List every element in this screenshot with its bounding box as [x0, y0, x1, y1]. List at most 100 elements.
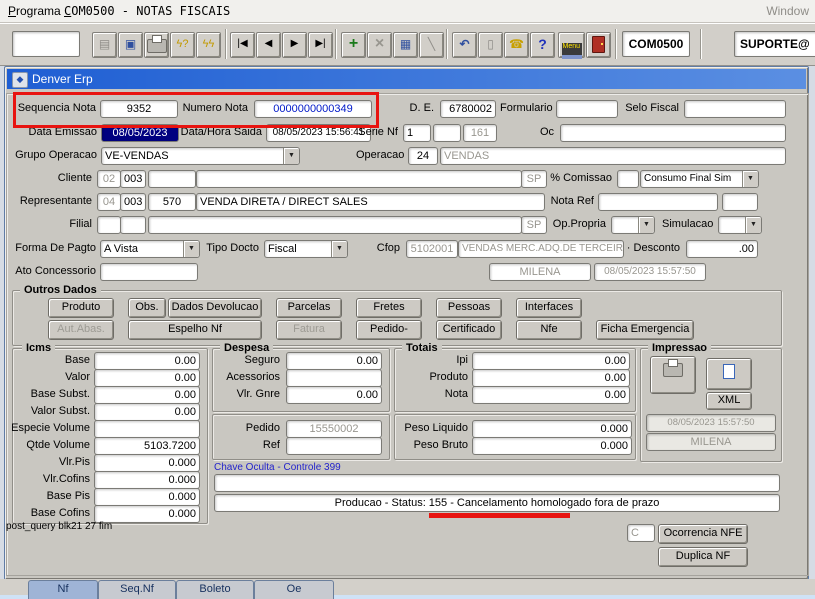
- total-produto-field[interactable]: 0.00: [472, 369, 630, 387]
- nota-ref-field[interactable]: [598, 193, 718, 211]
- print-button[interactable]: [144, 32, 169, 58]
- vlr-gnre-field[interactable]: 0.00: [286, 386, 382, 404]
- next-record-button[interactable]: ▶: [282, 32, 307, 58]
- insert-record-button[interactable]: +: [341, 32, 366, 58]
- delete-record-button[interactable]: ×: [367, 32, 392, 58]
- exit-button[interactable]: [586, 32, 611, 58]
- pessoas-button[interactable]: Pessoas: [436, 298, 502, 318]
- selo-fiscal-field[interactable]: [684, 100, 786, 118]
- ficha-emergencia-button[interactable]: Ficha Emergencia: [596, 320, 694, 340]
- lov-button[interactable]: ╲: [419, 32, 444, 58]
- serie-nf-field-1[interactable]: 1: [403, 124, 431, 142]
- previous-record-button[interactable]: ◀: [256, 32, 281, 58]
- numero-nota-field[interactable]: 0000000000349: [254, 100, 372, 118]
- cliente-codigo-field[interactable]: [148, 170, 196, 188]
- sequencia-nota-field[interactable]: 9352: [100, 100, 178, 118]
- base-pis-field[interactable]: 0.000: [94, 488, 200, 506]
- operacao-code-field[interactable]: 24: [408, 147, 438, 165]
- interfaces-button[interactable]: Interfaces: [516, 298, 582, 318]
- filial-c1-field[interactable]: [97, 216, 121, 234]
- comissao-field[interactable]: [617, 170, 639, 188]
- help-button[interactable]: ?: [530, 32, 555, 58]
- menu-programa[interactable]: Programa: [8, 4, 61, 18]
- representante-codigo-field[interactable]: 570: [148, 193, 196, 211]
- save-button[interactable]: ▤: [92, 32, 117, 58]
- icms-base-subst-field[interactable]: 0.00: [94, 386, 200, 404]
- chevron-down-icon[interactable]: ▼: [742, 171, 758, 187]
- menu-window[interactable]: Window: [766, 4, 809, 18]
- filial-nome-field[interactable]: [148, 216, 522, 234]
- chevron-down-icon[interactable]: ▼: [745, 217, 761, 233]
- de-field[interactable]: 6780002: [440, 100, 496, 118]
- grupo-operacao-select[interactable]: VE-VENDAS ▼: [101, 147, 300, 165]
- cliente-nome-field[interactable]: [196, 170, 522, 188]
- execute-query-button[interactable]: ϟϟ: [196, 32, 221, 58]
- peso-bruto-field[interactable]: 0.000: [472, 437, 632, 455]
- vlr-cofins-field[interactable]: 0.000: [94, 471, 200, 489]
- filial-c2-field[interactable]: [120, 216, 146, 234]
- xml-button[interactable]: XML: [706, 392, 752, 410]
- produto-button[interactable]: Produto: [48, 298, 114, 318]
- last-record-button[interactable]: ▶|: [308, 32, 333, 58]
- nota-ref-extra-field[interactable]: [722, 193, 758, 211]
- cliente-filial-field[interactable]: 003: [120, 170, 146, 188]
- acessorios-field[interactable]: [286, 369, 382, 387]
- ato-concessorio-field[interactable]: [100, 263, 198, 281]
- tipo-docto-select[interactable]: Fiscal ▼: [264, 240, 348, 258]
- fretes-button[interactable]: Fretes: [356, 298, 422, 318]
- nfe-button[interactable]: Nfe: [516, 320, 582, 340]
- especie-volume-field[interactable]: [94, 420, 200, 438]
- vlr-pis-field[interactable]: 0.000: [94, 454, 200, 472]
- certificado-button[interactable]: Certificado: [436, 320, 502, 340]
- op-propria-select[interactable]: ▼: [611, 216, 655, 234]
- formulario-field[interactable]: [556, 100, 618, 118]
- ocorrencia-nfe-button[interactable]: Ocorrencia NFE: [658, 524, 748, 544]
- seguro-field[interactable]: 0.00: [286, 352, 382, 370]
- ref-field[interactable]: [286, 437, 382, 455]
- chevron-down-icon[interactable]: ▼: [638, 217, 654, 233]
- chevron-down-icon[interactable]: ▼: [331, 241, 347, 257]
- consumo-final-select[interactable]: Consumo Final Sim ▼: [640, 170, 759, 188]
- edit-record-button[interactable]: ▦: [393, 32, 418, 58]
- screen-button[interactable]: ▣: [118, 32, 143, 58]
- icms-valor-field[interactable]: 0.00: [94, 369, 200, 387]
- chevron-down-icon[interactable]: ▼: [283, 148, 299, 164]
- representante-nome-field[interactable]: VENDA DIRETA / DIRECT SALES: [196, 193, 545, 211]
- oc-field[interactable]: [560, 124, 786, 142]
- undo-button[interactable]: ↶: [452, 32, 477, 58]
- chave-oculta-field[interactable]: [214, 474, 780, 492]
- forma-pagto-select[interactable]: A Vista ▼: [100, 240, 200, 258]
- chevron-down-icon[interactable]: ▼: [183, 241, 199, 257]
- dados-devolucao-button[interactable]: Dados Devolucao: [168, 298, 262, 318]
- pedido-button[interactable]: Pedido-: [356, 320, 422, 340]
- total-nota-field[interactable]: 0.00: [472, 386, 630, 404]
- imprimir-danfe-button[interactable]: [650, 356, 696, 394]
- tab-boleto[interactable]: Boleto: [176, 580, 254, 599]
- tab-oe[interactable]: Oe: [254, 580, 334, 599]
- toolbar-blank-box[interactable]: [12, 31, 80, 57]
- obs-button[interactable]: Obs.: [128, 298, 166, 318]
- desconto-field[interactable]: .00: [686, 240, 758, 258]
- enter-query-button[interactable]: ϟ?: [170, 32, 195, 58]
- clipboard-button[interactable]: ▯: [478, 32, 503, 58]
- representante-filial-field[interactable]: 003: [120, 193, 146, 211]
- peso-liquido-field[interactable]: 0.000: [472, 420, 632, 438]
- tab-seq-nf[interactable]: Seq.Nf: [98, 580, 176, 599]
- imprimir-doc-button[interactable]: [706, 358, 752, 390]
- duplica-nf-button[interactable]: Duplica NF: [658, 547, 748, 567]
- simulacao-select[interactable]: ▼: [718, 216, 762, 234]
- espelho-nf-button[interactable]: Espelho Nf: [128, 320, 262, 340]
- first-record-button[interactable]: |◀: [230, 32, 255, 58]
- ipi-field[interactable]: 0.00: [472, 352, 630, 370]
- icms-base-field[interactable]: 0.00: [94, 352, 200, 370]
- serie-nf-field-2[interactable]: [433, 124, 461, 142]
- menu-module-button[interactable]: Menu: [558, 32, 585, 58]
- phone-button[interactable]: ☎: [504, 32, 529, 58]
- window-titlebar[interactable]: ◆ Denver Erp: [7, 69, 806, 89]
- qtde-volume-field[interactable]: 5103.7200: [94, 437, 200, 455]
- consumo-final-value: Consumo Final Sim: [644, 173, 731, 184]
- tab-nf[interactable]: Nf: [28, 580, 98, 599]
- parcelas-button[interactable]: Parcelas: [276, 298, 342, 318]
- icms-valor-subst-field[interactable]: 0.00: [94, 403, 200, 421]
- data-emissao-field[interactable]: 08/05/2023: [101, 124, 179, 142]
